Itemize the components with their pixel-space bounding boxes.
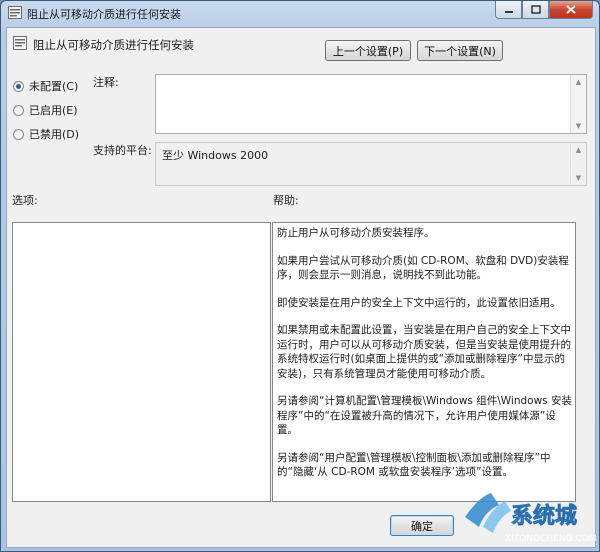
close-icon bbox=[566, 5, 576, 14]
radio-label: 已启用(E) bbox=[29, 104, 78, 117]
comment-scrollbar[interactable]: ▲ ▼ bbox=[570, 75, 586, 133]
previous-setting-button[interactable]: 上一个设置(P) bbox=[325, 40, 411, 61]
radio-not-configured[interactable]: 未配置(C) bbox=[13, 78, 78, 94]
scroll-up-arrow-icon[interactable]: ▲ bbox=[571, 144, 586, 156]
radio-label: 已禁用(D) bbox=[29, 128, 80, 141]
help-paragraph: 另请参阅“计算机配置\管理模板\Windows 组件\Windows 安装程序”… bbox=[277, 395, 572, 436]
radio-dot[interactable] bbox=[13, 104, 24, 116]
maximize-icon bbox=[530, 5, 541, 14]
help-label: 帮助: bbox=[273, 194, 299, 207]
minimize-icon bbox=[504, 10, 513, 13]
policy-title: 阻止从可移动介质进行任何安装 bbox=[33, 38, 194, 52]
maximize-button[interactable] bbox=[522, 1, 549, 19]
help-panel[interactable]: 防止用户从可移动介质安装程序。 如果用户尝试从可移动介质(如 CD-ROM、软盘… bbox=[272, 222, 576, 502]
watermark-logo: 系统城 XITONGCHENG.COM bbox=[465, 493, 597, 544]
window-title: 阻止从可移动介质进行任何安装 bbox=[27, 8, 181, 21]
scroll-down-arrow-icon[interactable]: ▼ bbox=[571, 120, 586, 132]
help-paragraph: 另请参阅“用户配置\管理模板\控制面板\添加或删除程序”中的“隐藏‘从 CD-R… bbox=[277, 451, 551, 479]
minimize-button[interactable] bbox=[495, 1, 522, 19]
options-panel bbox=[12, 222, 271, 502]
radio-disabled[interactable]: 已禁用(D) bbox=[13, 126, 79, 142]
supported-platform-box: 至少 Windows 2000 ▲ ▼ bbox=[155, 142, 587, 186]
radio-label: 未配置(C) bbox=[29, 80, 79, 93]
platform-scrollbar[interactable]: ▲ ▼ bbox=[570, 143, 586, 185]
scroll-up-arrow-icon[interactable]: ▲ bbox=[571, 76, 586, 88]
next-setting-button[interactable]: 下一个设置(N) bbox=[417, 40, 503, 61]
svg-text:系统城: 系统城 bbox=[511, 503, 577, 529]
options-label: 选项: bbox=[12, 194, 38, 207]
radio-dot[interactable] bbox=[13, 128, 24, 140]
scroll-down-arrow-icon[interactable]: ▼ bbox=[571, 172, 586, 184]
radio-dot-selected[interactable] bbox=[13, 80, 24, 92]
policy-setting-icon bbox=[13, 36, 27, 50]
close-button[interactable] bbox=[549, 1, 593, 19]
policy-setting-icon bbox=[8, 6, 22, 19]
help-paragraph: 如果用户尝试从可移动介质(如 CD-ROM、软盘和 DVD)安装程序，则会显示一… bbox=[277, 254, 569, 282]
radio-enabled[interactable]: 已启用(E) bbox=[13, 102, 78, 118]
comment-label: 注释: bbox=[93, 76, 119, 89]
platform-value: 至少 Windows 2000 bbox=[162, 149, 269, 162]
ok-button[interactable]: 确定 bbox=[390, 515, 454, 536]
dialog-body: 阻止从可移动介质进行任何安装 上一个设置(P) 下一个设置(N) 未配置(C) … bbox=[6, 27, 596, 548]
svg-text:XITONGCHENG.COM: XITONGCHENG.COM bbox=[505, 534, 597, 544]
comment-textarea[interactable]: ▲ ▼ bbox=[155, 74, 587, 134]
help-paragraph: 即使安装是在用户的安全上下文中运行的，此设置依旧适用。 bbox=[277, 296, 561, 309]
policy-dialog-window: 阻止从可移动介质进行任何安装 阻止从可移动介质进行任何安装 上一个设置(P) 下… bbox=[0, 0, 600, 552]
title-bar[interactable]: 阻止从可移动介质进行任何安装 bbox=[1, 1, 599, 25]
platform-label: 支持的平台: bbox=[93, 144, 152, 157]
help-paragraph: 如果禁用或未配置此设置，当安装是在用户自己的安全上下文中运行时，用户可以从可移动… bbox=[277, 324, 571, 380]
help-paragraph: 防止用户从可移动介质安装程序。 bbox=[277, 227, 435, 239]
